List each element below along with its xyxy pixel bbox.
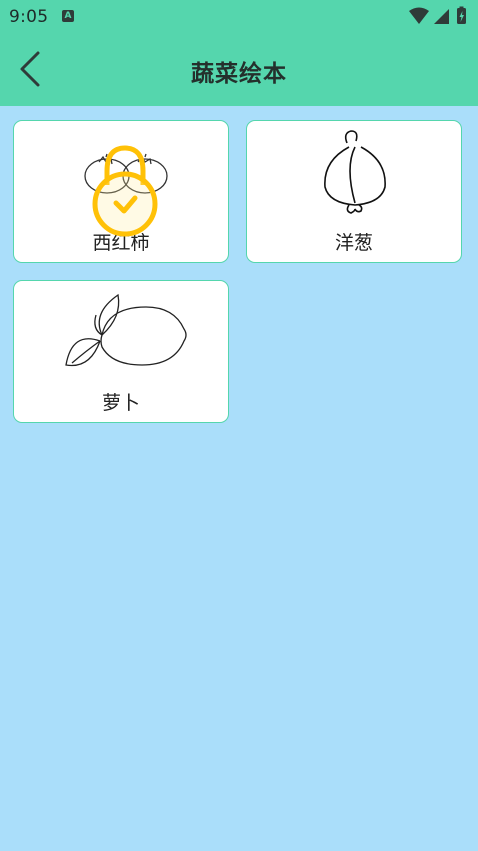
status-bar: 9:05 A [0, 0, 478, 34]
card-radish[interactable]: 萝卜 [13, 280, 229, 423]
lemon-drawing [14, 281, 228, 385]
tomato-drawing [14, 121, 228, 225]
card-tomato[interactable]: 西红柿 [13, 120, 229, 263]
wifi-icon [409, 7, 429, 24]
text-a-icon: A [62, 10, 74, 22]
card-onion[interactable]: 洋葱 [246, 120, 462, 263]
card-label: 洋葱 [334, 232, 373, 254]
signal-icon [434, 9, 449, 24]
onion-drawing [247, 121, 461, 225]
status-time: 9:05 [9, 7, 49, 27]
status-icons [408, 6, 470, 26]
app-header: 9:05 A 蔬菜绘本 [0, 0, 478, 106]
page-title: 蔬菜绘本 [191, 61, 287, 87]
card-label: 萝卜 [101, 392, 140, 414]
card-label: 西红柿 [92, 232, 150, 254]
battery-charging-icon [457, 6, 466, 24]
